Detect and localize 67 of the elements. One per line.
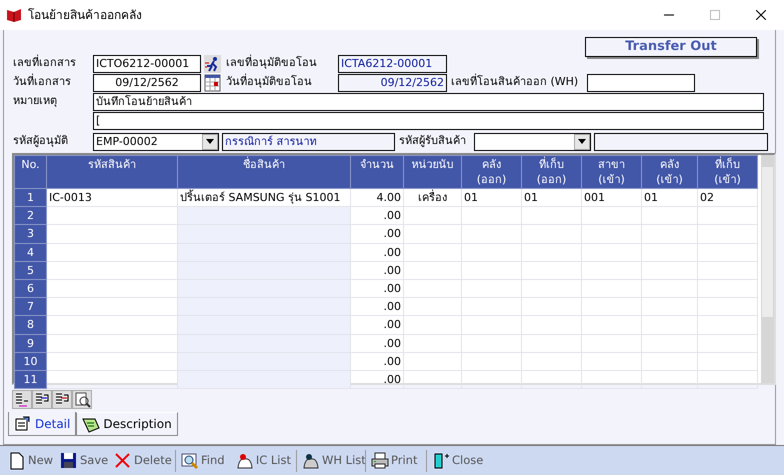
column-header[interactable]: ชื่อสินค้า [178,156,350,188]
new-button[interactable]: New [4,452,56,470]
field-label: เลขที่อนุมัติขอโอน [226,55,318,72]
dropdown-field[interactable]: EMP-00002 [93,132,219,150]
field-label: วันที่เอกสาร [13,74,72,90]
row-number: 1 [14,188,46,207]
table-cell: IC-0013 [46,188,178,207]
row-number: 3 [14,224,46,244]
table-cell: .00 [350,334,404,352]
column-header[interactable]: คลัง (ออก) [462,156,522,188]
row-number: 2 [14,206,46,225]
input-field[interactable]: บันทึกโอนย้ายสินค้า [93,92,764,110]
table-cell: .00 [350,243,404,262]
find-button[interactable]: Find [177,452,233,470]
close-button[interactable]: Close [428,452,492,470]
column-header[interactable]: No. [14,156,46,188]
field-label: วันที่อนุมัติขอโอน [226,74,313,90]
row-number: 7 [14,298,46,316]
input-field[interactable]: ICTA6212-00001 [338,54,447,72]
row-number: 6 [14,279,46,298]
field-label: เลขที่เอกสาร [13,55,77,72]
field-label: เลขที่โอนสินค้าออก (WH) [451,74,580,90]
table-cell: .00 [350,370,404,389]
mode-label: Transfer Out [585,37,757,57]
table-cell: 4.00 [350,188,404,207]
table-cell: .00 [350,298,404,316]
table-cell: 01 [642,188,698,207]
input-field[interactable]: 09/12/2562 [338,74,447,92]
table-cell: .00 [350,316,404,334]
table-cell: 01 [462,188,522,207]
column-header[interactable]: คลัง (เข้า) [642,156,698,188]
input-field[interactable]: [ [93,112,764,130]
input-field[interactable]: ICTO6212-00001 [93,54,201,72]
input-field[interactable]: กรรณิการ์ สารนาท [222,132,395,150]
row-number: 9 [14,334,46,352]
whlist-button[interactable]: WH List [298,452,364,470]
row-number: 10 [14,352,46,370]
field-label: รหัสผู้รับสินค้า [399,133,467,150]
window-title: โอนย้ายสินค้าออกคลัง [28,7,142,24]
column-header[interactable]: สาขา (เข้า) [582,156,642,188]
tab[interactable]: Description [76,412,178,436]
table-cell: เครื่อง [404,188,462,207]
row-number: 5 [14,261,46,280]
column-header[interactable]: รหัสสินค้า [46,156,178,188]
column-header[interactable]: หน่วยนับ [404,156,462,188]
row-number: 11 [14,370,46,389]
table-cell: 001 [582,188,642,207]
field-label: รหัสผู้อนุมัติ [13,133,69,150]
save-button[interactable]: Save [56,452,110,470]
field-label: หมายเหตุ [13,93,58,110]
table-cell: .00 [350,224,404,244]
table-cell: 02 [698,188,758,207]
row-number: 4 [14,243,46,262]
tab[interactable]: Detail [8,412,76,436]
iclist-button[interactable]: IC List [233,452,295,470]
table-cell: 01 [522,188,582,207]
column-header[interactable]: จำนวน [350,156,404,188]
column-header[interactable]: ที่เก็บ (เข้า) [698,156,758,188]
table-cell: .00 [350,352,404,370]
delete-button[interactable]: Delete [110,452,174,470]
print-button[interactable]: Print [367,452,425,470]
column-header[interactable]: ที่เก็บ (ออก) [522,156,582,188]
table-cell: .00 [350,279,404,298]
input-field[interactable]: 09/12/2562 [93,74,201,92]
table-cell: .00 [350,206,404,225]
table-cell: .00 [350,261,404,280]
row-number: 8 [14,316,46,334]
